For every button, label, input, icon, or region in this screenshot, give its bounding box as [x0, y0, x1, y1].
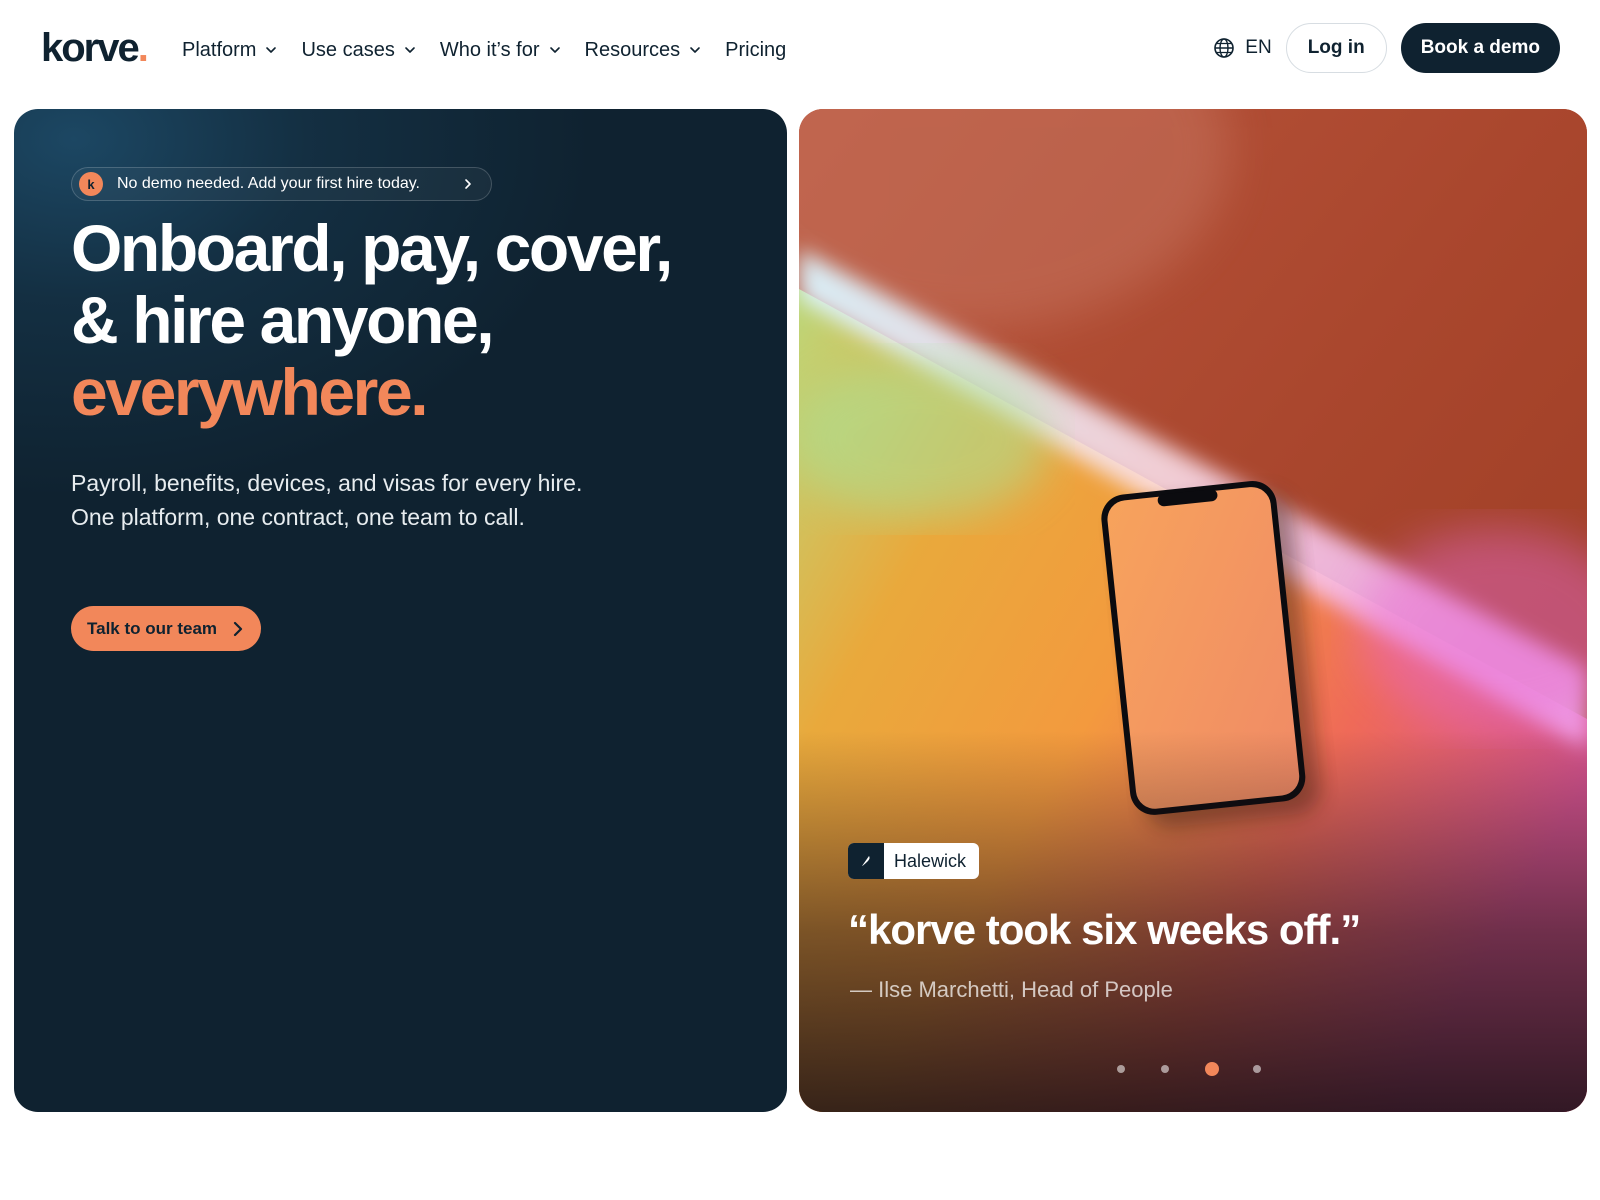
nav-item-use-cases[interactable]: Use cases — [301, 39, 415, 62]
chevron-down-icon — [266, 47, 277, 53]
chevron-right-icon — [233, 621, 243, 637]
chevron-right-icon — [465, 179, 471, 189]
hero-headline: Onboard, pay, cover, & hire anyone, ever… — [71, 212, 771, 428]
hero-subtext: Payroll, benefits, devices, and visas fo… — [71, 466, 711, 534]
language-selector[interactable]: EN — [1213, 37, 1272, 59]
carousel-dot-active[interactable] — [1205, 1062, 1219, 1076]
cta-label: Talk to our team — [87, 618, 218, 638]
talk-to-team-button[interactable]: Talk to our team — [71, 606, 261, 651]
nav-item-label: Resources — [584, 38, 681, 61]
headline-line: & hire anyone, — [71, 283, 495, 357]
nav-item-label: Platform — [182, 38, 257, 61]
carousel-dot[interactable] — [1253, 1065, 1261, 1073]
nav-item-resources[interactable]: Resources — [585, 39, 702, 62]
nav-item-label: Who it’s for — [439, 38, 540, 61]
nav-item-platform[interactable]: Platform — [182, 39, 277, 62]
headline-line: Onboard, pay, cover, — [71, 211, 673, 285]
nav-item-who-its-for[interactable]: Who it’s for — [440, 39, 561, 62]
image-shade — [799, 109, 1587, 1112]
logo-wordmark: korve — [41, 26, 140, 70]
hero-panel: k No demo needed. Add your first hire to… — [14, 109, 787, 1112]
language-label: EN — [1245, 37, 1272, 58]
announcement-pill[interactable]: k No demo needed. Add your first hire to… — [71, 167, 492, 201]
korve-logo[interactable]: korve. — [41, 26, 149, 70]
header-actions: EN Log in Book a demo — [1213, 22, 1560, 74]
chevron-down-icon — [690, 47, 700, 53]
chevron-down-icon — [549, 47, 560, 53]
site-header: korve. Platform Use cases Who it’s for R… — [0, 0, 1600, 100]
company-name: Halewick — [894, 850, 967, 871]
globe-icon — [1214, 38, 1235, 58]
subtext-line: Payroll, benefits, devices, and visas fo… — [71, 470, 583, 496]
testimonial-attribution: — Ilse Marchetti, Head of People — [850, 977, 1173, 1002]
feather-icon — [848, 843, 884, 879]
company-tag: Halewick — [848, 843, 980, 879]
pill-badge: k — [79, 172, 103, 196]
logo-dot: . — [137, 26, 149, 70]
carousel-dots — [1117, 1061, 1297, 1077]
carousel-dot[interactable] — [1117, 1065, 1125, 1073]
nav-item-label: Use cases — [301, 38, 395, 61]
nav-item-pricing[interactable]: Pricing — [725, 39, 786, 62]
carousel-dot[interactable] — [1161, 1065, 1169, 1073]
main-nav: Platform Use cases Who it’s for Resource… — [182, 35, 810, 65]
nav-item-label: Pricing — [725, 38, 787, 61]
testimonial-quote: “korve took six weeks off.” — [848, 906, 1361, 953]
pill-text: No demo needed. Add your first hire toda… — [117, 175, 420, 192]
chevron-down-icon — [405, 47, 415, 53]
testimonial-panel: Halewick “korve took six weeks off.” — I… — [799, 109, 1587, 1112]
headline-accent: everywhere. — [71, 355, 429, 429]
book-demo-button[interactable]: Book a demo — [1400, 23, 1560, 73]
login-button[interactable]: Log in — [1285, 23, 1387, 73]
subtext-line: One platform, one contract, one team to … — [71, 504, 525, 530]
